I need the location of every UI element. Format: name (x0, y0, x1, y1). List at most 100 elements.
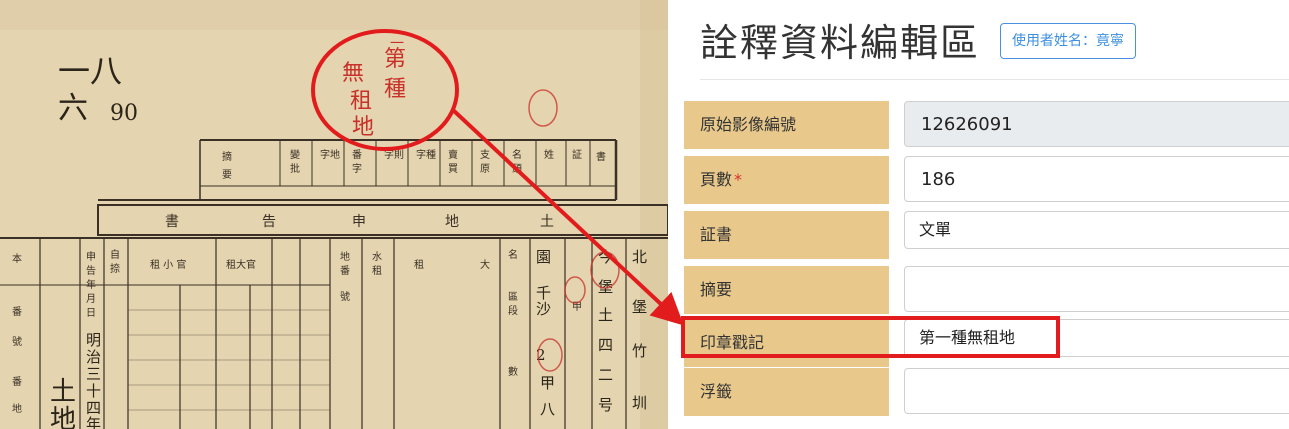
svg-text:土: 土 (540, 214, 554, 230)
svg-text:種: 種 (426, 148, 436, 161)
svg-text:年: 年 (86, 415, 101, 429)
svg-text:四: 四 (598, 336, 613, 354)
certificate-input[interactable]: 文單 (904, 211, 1289, 249)
svg-text:自: 自 (110, 248, 120, 261)
svg-text:北: 北 (632, 248, 647, 266)
svg-text:竹: 竹 (632, 342, 647, 360)
svg-text:租: 租 (372, 264, 382, 277)
svg-text:地: 地 (330, 148, 340, 161)
svg-text:園: 園 (536, 248, 551, 266)
svg-text:租: 租 (414, 258, 424, 271)
svg-text:月: 月 (86, 293, 96, 305)
svg-text:租: 租 (350, 89, 372, 114)
svg-text:土: 土 (598, 306, 613, 324)
svg-text:地: 地 (352, 115, 374, 140)
svg-text:申: 申 (352, 214, 366, 230)
svg-text:告: 告 (262, 214, 276, 230)
svg-text:二: 二 (598, 366, 613, 384)
svg-text:批: 批 (290, 162, 300, 175)
svg-text:書: 書 (165, 214, 179, 230)
svg-text:堡: 堡 (632, 298, 647, 316)
svg-text:租 小 官: 租 小 官 (150, 258, 186, 271)
svg-text:三: 三 (86, 365, 101, 383)
svg-text:地: 地 (445, 214, 459, 230)
svg-text:水: 水 (372, 251, 382, 263)
svg-text:賣: 賣 (448, 148, 458, 161)
handwritten-number: 90 (110, 101, 138, 126)
svg-text:地: 地 (12, 402, 22, 415)
document-scan-drawing: 一八 六 90 摘要 變批 字地 番字 字則 字種 賣買 支原 名頭 姓 証 書… (0, 0, 668, 429)
svg-text:番: 番 (340, 265, 350, 277)
field-label-floating-label: 浮籤 (684, 368, 889, 416)
svg-text:號: 號 (340, 290, 350, 303)
svg-text:名: 名 (508, 248, 518, 261)
svg-text:今: 今 (598, 248, 613, 266)
svg-text:原: 原 (480, 163, 490, 175)
field-label-certificate: 証書 (684, 211, 889, 259)
svg-text:字: 字 (352, 162, 362, 175)
svg-text:名: 名 (512, 148, 522, 161)
svg-text:番: 番 (352, 149, 362, 161)
svg-text:字: 字 (320, 148, 330, 161)
floating-label-input[interactable] (904, 368, 1289, 414)
svg-text:本: 本 (12, 252, 22, 265)
required-mark: * (734, 170, 743, 189)
svg-text:書: 書 (596, 150, 606, 163)
svg-text:數: 數 (508, 365, 518, 378)
svg-text:字: 字 (384, 148, 394, 161)
svg-text:明: 明 (86, 331, 101, 349)
svg-text:大: 大 (480, 258, 490, 271)
svg-text:支: 支 (480, 149, 490, 161)
svg-text:沙: 沙 (536, 300, 551, 318)
svg-text:一: 一 (390, 36, 404, 52)
metadata-editor-panel: 詮釋資料編輯區 使用者姓名：竟寧 原始影像編號 12626091 頁數 * 186… (668, 0, 1289, 429)
svg-text:証: 証 (572, 148, 582, 161)
svg-text:號: 號 (12, 335, 22, 348)
field-label-page-count: 頁數 * (684, 156, 889, 204)
svg-text:頭: 頭 (512, 163, 522, 175)
svg-text:地: 地 (50, 405, 76, 429)
form-row-summary: 摘要 (684, 266, 1289, 314)
svg-text:申: 申 (86, 250, 96, 263)
svg-text:治: 治 (86, 348, 101, 366)
svg-text:甲: 甲 (540, 374, 555, 392)
svg-text:年: 年 (86, 278, 96, 291)
svg-text:摘: 摘 (222, 150, 232, 163)
svg-text:租大官: 租大官 (226, 258, 256, 271)
form-row-image-id: 原始影像編號 12626091 (684, 101, 1289, 149)
handwritten-page-mark: 一八 (58, 52, 122, 90)
svg-text:買: 買 (448, 163, 458, 175)
svg-text:種: 種 (384, 77, 406, 102)
svg-text:捺: 捺 (110, 262, 120, 275)
svg-text:甲: 甲 (572, 302, 582, 313)
svg-text:則: 則 (394, 149, 404, 161)
svg-text:段: 段 (508, 304, 518, 317)
user-name-badge: 使用者姓名：竟寧 (1000, 23, 1136, 59)
form-row-certificate: 証書 文單 (684, 211, 1289, 259)
svg-text:六: 六 (58, 91, 88, 126)
svg-text:字: 字 (416, 148, 426, 161)
form-row-floating-label: 浮籤 (684, 368, 1289, 416)
svg-text:番: 番 (12, 306, 22, 318)
page-title: 詮釋資料編輯區 (700, 21, 981, 65)
svg-text:要: 要 (222, 169, 232, 181)
form-row-page-count: 頁數 * 186 (684, 156, 1289, 204)
header-divider (700, 79, 1289, 80)
page-count-input[interactable]: 186 (904, 156, 1289, 202)
svg-text:番: 番 (12, 376, 22, 388)
svg-text:圳: 圳 (632, 394, 647, 412)
svg-text:姓: 姓 (544, 148, 554, 161)
svg-text:十: 十 (86, 382, 101, 400)
highlight-box (681, 316, 1060, 358)
svg-text:地: 地 (340, 250, 350, 263)
svg-text:告: 告 (86, 264, 96, 277)
svg-text:日: 日 (86, 308, 96, 319)
svg-text:無: 無 (342, 61, 364, 86)
field-label-image-id: 原始影像編號 (684, 101, 889, 149)
svg-text:八: 八 (540, 400, 555, 418)
field-label-summary: 摘要 (684, 266, 889, 314)
svg-text:土: 土 (50, 377, 76, 407)
summary-input[interactable] (904, 266, 1289, 312)
svg-text:區: 區 (508, 291, 518, 303)
document-scan-image: 一八 六 90 摘要 變批 字地 番字 字則 字種 賣買 支 原 名 頭 姓 証… (0, 0, 668, 429)
